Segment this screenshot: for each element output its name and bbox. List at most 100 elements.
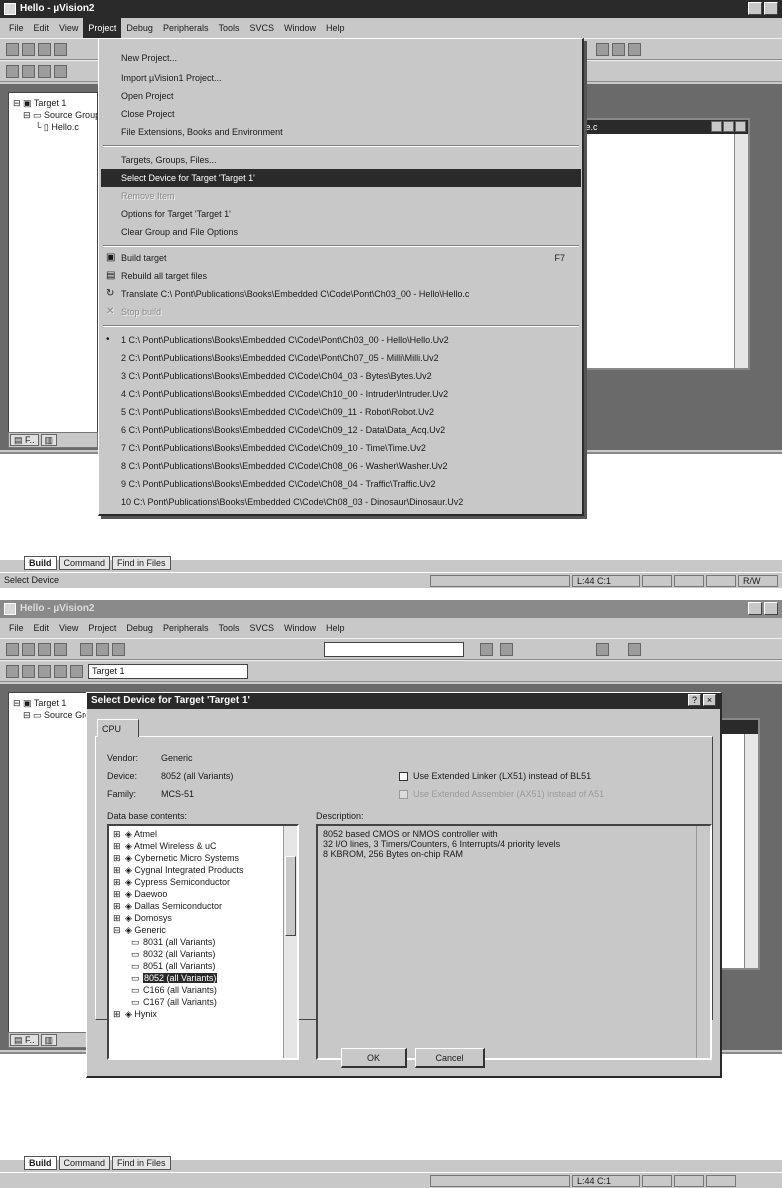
menu-edit[interactable]: Edit (29, 618, 55, 638)
menu-peripherals[interactable]: Peripherals (158, 18, 214, 38)
recent-project-5[interactable]: 5 C:\ Pont\Publications\Books\Embedded C… (101, 403, 581, 421)
tree-target[interactable]: ⊟ ▣ Target 1 (13, 97, 93, 109)
target-select[interactable]: Target 1 (88, 664, 248, 679)
print-icon[interactable] (500, 643, 513, 656)
find-combo[interactable] (324, 642, 464, 657)
list-item[interactable]: ⊞ ◈ Atmel (113, 828, 157, 840)
tab-regs[interactable]: ▥ (40, 1034, 58, 1046)
save-all-icon[interactable] (54, 643, 67, 656)
target-options-icon[interactable] (70, 665, 83, 678)
menu-item-open-project[interactable]: Open Project (101, 87, 581, 105)
recent-project-4[interactable]: 4 C:\ Pont\Publications\Books\Embedded C… (101, 385, 581, 403)
recent-project-7[interactable]: 7 C:\ Pont\Publications\Books\Embedded C… (101, 439, 581, 457)
rebuild-icon[interactable] (38, 665, 51, 678)
editor-scrollbar[interactable] (734, 134, 748, 368)
list-item[interactable]: ⊞ ◈ Atmel Wireless & uC (113, 840, 216, 852)
tab-regs[interactable]: ▥ (40, 434, 58, 446)
menu-project[interactable]: Project (83, 618, 121, 638)
ok-button[interactable]: OK (341, 1048, 407, 1068)
recent-project-1[interactable]: • 1 C:\ Pont\Publications\Books\Embedded … (101, 331, 581, 349)
list-item[interactable]: ▭ 8031 (all Variants) (131, 936, 215, 948)
find-icon[interactable] (596, 43, 609, 56)
bookmark-icon[interactable] (612, 43, 625, 56)
list-item[interactable]: ⊟ ◈ Generic (113, 924, 166, 936)
tab-find-in-files[interactable]: Find in Files (112, 556, 171, 570)
list-item[interactable]: ▭ C167 (all Variants) (131, 996, 217, 1008)
tree-file[interactable]: └ ▯ Hello.c (13, 121, 93, 133)
list-item[interactable]: ▭ 8032 (all Variants) (131, 948, 215, 960)
tab-find-in-files[interactable]: Find in Files (112, 1156, 171, 1170)
cut-icon[interactable] (80, 643, 93, 656)
list-item[interactable]: ⊞ ◈ Daewoo (113, 888, 167, 900)
extended-linker-checkbox[interactable] (399, 772, 408, 781)
maximize-button[interactable] (764, 2, 778, 15)
menu-svcs[interactable]: SVCS (244, 18, 279, 38)
tab-files[interactable]: ▤ F.. (10, 434, 39, 446)
translate-icon[interactable] (6, 665, 19, 678)
new-file-icon[interactable] (6, 643, 19, 656)
menu-debug[interactable]: Debug (121, 18, 158, 38)
close-button[interactable]: × (703, 694, 716, 706)
help-button[interactable]: ? (688, 694, 701, 706)
menu-item-import-project[interactable]: Import µVision1 Project... (101, 69, 581, 87)
menu-help[interactable]: Help (321, 18, 350, 38)
minimize-button[interactable] (748, 602, 762, 615)
menu-item-build-target[interactable]: ▣ Build target F7 (101, 249, 581, 267)
rebuild-icon[interactable] (38, 65, 51, 78)
list-item[interactable]: ⊞ ◈ Cybernetic Micro Systems (113, 852, 239, 864)
menu-svcs[interactable]: SVCS (244, 618, 279, 638)
save-all-icon[interactable] (54, 43, 67, 56)
menu-peripherals[interactable]: Peripherals (158, 618, 214, 638)
menu-project[interactable]: Project (83, 18, 122, 38)
menu-item-new-project[interactable]: New Project... (101, 49, 581, 67)
recent-project-6[interactable]: 6 C:\ Pont\Publications\Books\Embedded C… (101, 421, 581, 439)
menu-tools[interactable]: Tools (213, 618, 244, 638)
tab-build[interactable]: Build (24, 1156, 57, 1170)
editor-maximize-button[interactable] (723, 121, 734, 132)
tab-build[interactable]: Build (24, 556, 57, 570)
menu-item-close-project[interactable]: Close Project (101, 105, 581, 123)
menu-debug[interactable]: Debug (121, 618, 158, 638)
tab-files[interactable]: ▤ F.. (10, 1034, 39, 1046)
menu-help[interactable]: Help (321, 618, 350, 638)
editor-minimize-button[interactable] (711, 121, 722, 132)
menu-tools[interactable]: Tools (213, 18, 244, 38)
window-icon[interactable] (628, 43, 641, 56)
open-file-icon[interactable] (22, 643, 35, 656)
list-item[interactable]: ⊞ ◈ Hynix (113, 1008, 157, 1020)
stop-build-icon[interactable] (54, 65, 67, 78)
list-item[interactable]: ▭ 8051 (all Variants) (131, 960, 215, 972)
device-database-list[interactable]: ⊞ ◈ Atmel ⊞ ◈ Atmel Wireless & uC ⊞ ◈ Cyber… (107, 824, 299, 1060)
save-icon[interactable] (38, 43, 51, 56)
menu-view[interactable]: View (54, 618, 83, 638)
description-scrollbar[interactable] (696, 826, 710, 1058)
editor-scrollbar[interactable] (744, 734, 758, 968)
tree-target[interactable]: ⊟ ▣ Target 1 (13, 697, 93, 709)
menu-window[interactable]: Window (279, 18, 321, 38)
tab-command[interactable]: Command (58, 556, 111, 570)
copy-icon[interactable] (96, 643, 109, 656)
menu-item-clear-group-options[interactable]: Clear Group and File Options (101, 223, 581, 241)
translate-icon[interactable] (6, 65, 19, 78)
menu-item-options-for-target[interactable]: Options for Target 'Target 1' (101, 205, 581, 223)
list-item[interactable]: ⊞ ◈ Domosys (113, 912, 172, 924)
bookmark-icon[interactable] (596, 643, 609, 656)
tree-source-group[interactable]: ⊟ ▭ Source Group (13, 109, 100, 121)
recent-project-10[interactable]: 10 C:\ Pont\Publications\Books\Embedded … (101, 493, 581, 511)
list-scrollbar[interactable] (283, 826, 297, 1058)
list-item-selected[interactable]: ▭ 8052 (all Variants) (131, 972, 218, 984)
maximize-button[interactable] (764, 602, 778, 615)
menu-item-translate[interactable]: ↻ Translate C:\ Pont\Publications\Books\… (101, 285, 581, 303)
editor-close-button[interactable] (735, 121, 746, 132)
list-item[interactable]: ⊞ ◈ Cypress Semiconductor (113, 876, 230, 888)
recent-project-8[interactable]: 8 C:\ Pont\Publications\Books\Embedded C… (101, 457, 581, 475)
build-icon[interactable] (22, 65, 35, 78)
open-file-icon[interactable] (22, 43, 35, 56)
stop-build-icon[interactable] (54, 665, 67, 678)
recent-project-9[interactable]: 9 C:\ Pont\Publications\Books\Embedded C… (101, 475, 581, 493)
list-item[interactable]: ⊞ ◈ Cygnal Integrated Products (113, 864, 244, 876)
paste-icon[interactable] (112, 643, 125, 656)
recent-project-2[interactable]: 2 C:\ Pont\Publications\Books\Embedded C… (101, 349, 581, 367)
build-icon[interactable] (22, 665, 35, 678)
cancel-button[interactable]: Cancel (415, 1048, 485, 1068)
